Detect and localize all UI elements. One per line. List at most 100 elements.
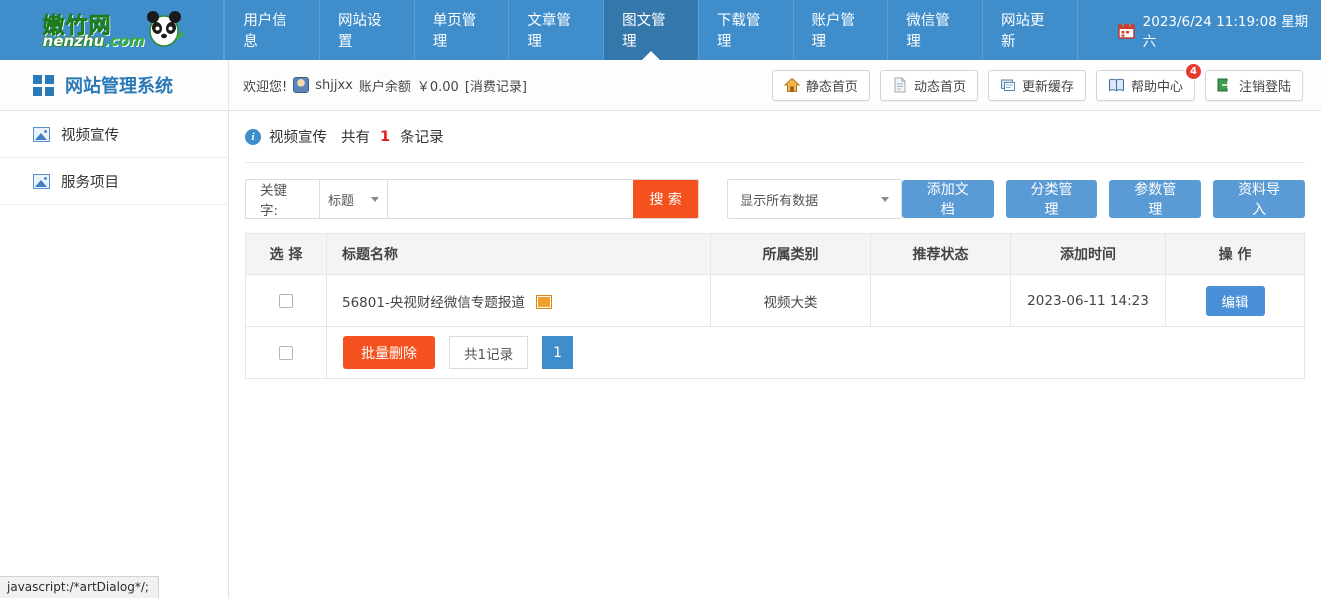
system-title: 网站管理系统 (65, 72, 173, 98)
thumbnail-icon[interactable] (536, 295, 552, 309)
image-icon (33, 127, 50, 142)
document-table: 选 择 标题名称 所属类别 推荐状态 添加时间 操 作 56801-央视财经微信… (245, 233, 1305, 379)
header-operation: 操 作 (1166, 234, 1305, 275)
nav-item-5[interactable]: 下载管理 (699, 0, 794, 60)
help-center-label: 帮助中心 (1131, 76, 1183, 95)
total-records-label: 共1记录 (449, 336, 528, 369)
row-title-cell: 56801-央视财经微信专题报道 (327, 275, 711, 327)
category-manage-button[interactable]: 分类管理 (1006, 180, 1098, 218)
refresh-cache-icon (1000, 77, 1016, 93)
chevron-down-icon (881, 197, 889, 202)
logout-label: 注销登陆 (1239, 76, 1291, 95)
sidebar-item-video-promo[interactable]: 视频宣传 (0, 111, 228, 158)
book-icon (1108, 77, 1125, 93)
logout-icon (1217, 77, 1233, 93)
parameter-manage-button[interactable]: 参数管理 (1109, 180, 1201, 218)
static-home-label: 静态首页 (806, 76, 858, 95)
nav-item-3[interactable]: 文章管理 (509, 0, 604, 60)
sidebar: 视频宣传 服务项目 (0, 111, 229, 598)
row-checkbox[interactable] (279, 294, 293, 308)
row-title-text[interactable]: 56801-央视财经微信专题报道 (342, 295, 525, 311)
top-navigation-bar: 嫩竹网 nenzhu.com 用户信息 网站设置 单页管理 文章管理 图文管理 … (0, 0, 1321, 60)
help-notification-badge: 4 (1185, 63, 1202, 80)
nav-item-4-active[interactable]: 图文管理 (604, 0, 699, 60)
table-row: 56801-央视财经微信专题报道 视频大类 2023-06-11 14:23 编… (246, 275, 1305, 327)
info-icon: i (245, 129, 261, 145)
row-category: 视频大类 (711, 275, 871, 327)
header-category: 所属类别 (711, 234, 871, 275)
welcome-message: 欢迎您! shjjxx 账户余额 ￥0.00 [消费记录] (229, 76, 527, 95)
search-input[interactable] (388, 180, 633, 218)
toolbar-buttons: 静态首页 动态首页 更新缓存 帮助中心 (772, 70, 1321, 101)
nav-item-1[interactable]: 网站设置 (320, 0, 415, 60)
document-icon (892, 77, 908, 93)
breadcrumb: i 视频宣传 共有 1 条记录 (245, 111, 1305, 163)
refresh-cache-button[interactable]: 更新缓存 (988, 70, 1086, 101)
batch-delete-button[interactable]: 批量删除 (343, 336, 435, 369)
add-document-button[interactable]: 添加文档 (902, 180, 994, 218)
action-buttons: 添加文档 分类管理 参数管理 资料导入 (902, 179, 1305, 219)
header-select: 选 择 (246, 234, 327, 275)
dynamic-home-label: 动态首页 (914, 76, 966, 95)
balance-label: 账户余额 (359, 76, 411, 95)
row-time: 2023-06-11 14:23 (1011, 275, 1166, 327)
select-all-checkbox[interactable] (279, 346, 293, 360)
row-operation-cell: 编辑 (1166, 275, 1305, 327)
search-field-select[interactable]: 标题 (320, 180, 388, 218)
nav-item-6[interactable]: 账户管理 (794, 0, 889, 60)
data-scope-value: 显示所有数据 (740, 190, 818, 209)
nav-item-7[interactable]: 微信管理 (888, 0, 983, 60)
dynamic-home-button[interactable]: 动态首页 (880, 70, 978, 101)
current-datetime: 2023/6/24 11:19:08 星期六 (1118, 0, 1321, 60)
data-import-button[interactable]: 资料导入 (1213, 180, 1305, 218)
sidebar-item-label-1: 服务项目 (61, 171, 119, 192)
consume-record-link[interactable]: [消费记录] (465, 76, 527, 95)
help-center-button[interactable]: 帮助中心 4 (1096, 70, 1195, 101)
main-area: 视频宣传 服务项目 i 视频宣传 共有 1 条记录 关键字: 标题 搜 索 (0, 111, 1321, 598)
filter-toolbar: 关键字: 标题 搜 索 显示所有数据 添加文档 分类管理 参数管理 资料导入 (245, 179, 1305, 219)
grid-icon (33, 75, 54, 96)
select-all-cell (246, 327, 327, 379)
pagination-cell: 批量删除 共1记录 1 (327, 327, 1305, 379)
sidebar-item-label-0: 视频宣传 (61, 124, 119, 145)
edit-button[interactable]: 编辑 (1206, 286, 1265, 316)
browser-status-bar: javascript:/*artDialog*/; (0, 576, 159, 598)
system-title-block: 网站管理系统 (0, 60, 229, 111)
static-home-button[interactable]: 静态首页 (772, 70, 870, 101)
record-suffix: 条记录 (400, 126, 444, 147)
page-button-1[interactable]: 1 (542, 336, 573, 369)
header-time: 添加时间 (1011, 234, 1166, 275)
search-group: 关键字: 标题 搜 索 (245, 179, 699, 219)
table-footer-row: 批量删除 共1记录 1 (246, 327, 1305, 379)
secondary-toolbar: 网站管理系统 欢迎您! shjjxx 账户余额 ￥0.00 [消费记录] 静态首… (0, 60, 1321, 111)
record-count: 1 (380, 129, 390, 145)
logout-button[interactable]: 注销登陆 (1205, 70, 1303, 101)
site-logo[interactable]: 嫩竹网 nenzhu.com (0, 0, 224, 60)
balance-value: ￥0.00 (417, 76, 459, 95)
content-panel: i 视频宣传 共有 1 条记录 关键字: 标题 搜 索 显示所有数据 添加文档 (229, 111, 1321, 598)
refresh-cache-label: 更新缓存 (1022, 76, 1074, 95)
home-icon (784, 77, 800, 93)
nav-item-8[interactable]: 网站更新 (983, 0, 1078, 60)
nav-item-0[interactable]: 用户信息 (224, 0, 320, 60)
record-prefix: 共有 (341, 126, 370, 147)
panda-mascot-icon (143, 9, 185, 49)
datetime-text: 2023/6/24 11:19:08 星期六 (1143, 10, 1321, 50)
search-button[interactable]: 搜 索 (633, 180, 698, 218)
sidebar-item-service[interactable]: 服务项目 (0, 158, 228, 205)
logo-latin-text: nenzhu.com (43, 32, 145, 50)
search-field-value: 标题 (328, 190, 354, 209)
nav-item-2[interactable]: 单页管理 (415, 0, 510, 60)
chevron-down-icon (371, 197, 379, 202)
data-scope-select[interactable]: 显示所有数据 (727, 179, 902, 219)
avatar (293, 77, 309, 93)
row-recommend (871, 275, 1011, 327)
welcome-prefix: 欢迎您! (243, 76, 287, 95)
header-recommend: 推荐状态 (871, 234, 1011, 275)
header-title: 标题名称 (327, 234, 711, 275)
keyword-label: 关键字: (246, 180, 320, 218)
image-icon (33, 174, 50, 189)
page-title: 视频宣传 (269, 126, 327, 147)
username: shjjxx (315, 78, 353, 93)
table-header-row: 选 择 标题名称 所属类别 推荐状态 添加时间 操 作 (246, 234, 1305, 275)
